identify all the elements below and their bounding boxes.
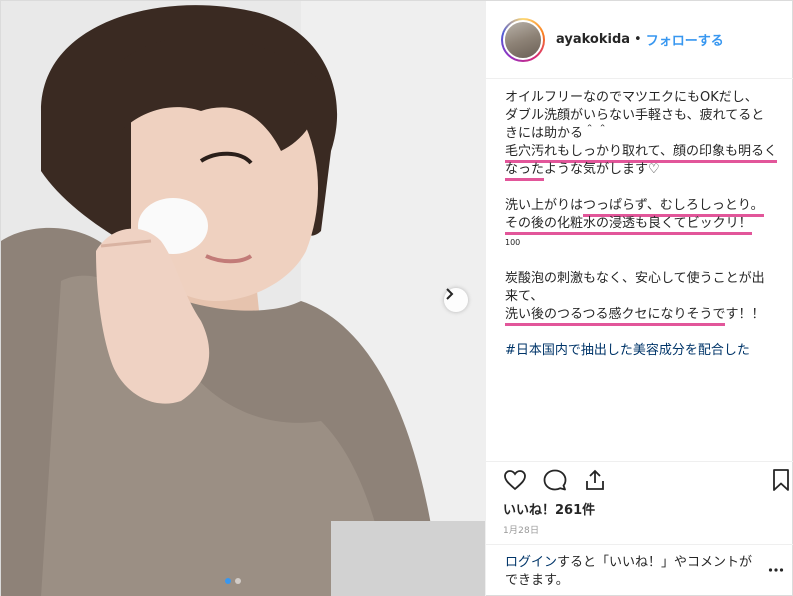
avatar[interactable] xyxy=(501,17,545,62)
carousel-indicator xyxy=(225,578,241,584)
caption-text: す！！ xyxy=(725,307,765,322)
separator-dot: • xyxy=(634,32,642,47)
next-image-button[interactable] xyxy=(444,288,468,312)
emoji-100: 100 xyxy=(505,238,521,247)
hashtag-link[interactable]: #日本国内で抽出した美容成分を配合した xyxy=(505,342,777,360)
carousel-dot xyxy=(235,578,241,584)
follow-button[interactable]: フォローする xyxy=(646,30,724,49)
chevron-right-icon xyxy=(446,288,454,300)
caption-line: 洗い上がりはつっぱらず、むしろしっとり。 xyxy=(505,197,777,217)
login-prompt: ログインすると「いいね！」やコメントができます。 xyxy=(486,544,793,596)
post-header: ayakokida • フォローする xyxy=(486,1,793,79)
login-link[interactable]: ログイン xyxy=(505,555,557,570)
highlighted-text: その後の化粧水の浸透も良くてビックリ！ xyxy=(505,216,752,235)
caption-line: 毛穴汚れもしっかり取れて、顔の印象も明るくなったような気がします♡ xyxy=(505,143,777,181)
highlighted-text: 洗い後のつるつる感クセになりそうで xyxy=(505,307,726,326)
share-icon[interactable] xyxy=(583,468,607,492)
post-caption: オイルフリーなのでマツエクにもOKだし、 ダブル洗顔がいらない手軽さも、疲れてる… xyxy=(505,89,777,360)
post-photo[interactable] xyxy=(1,1,485,596)
bookmark-icon[interactable] xyxy=(769,468,793,492)
portrait-illustration xyxy=(1,1,485,596)
comment-icon[interactable] xyxy=(543,468,567,492)
likes-count[interactable]: いいね！261件 xyxy=(503,499,595,518)
heart-icon[interactable] xyxy=(503,468,527,492)
caption-line: その後の化粧水の浸透も良くてビックリ！ xyxy=(505,215,777,235)
caption-line: 炭酸泡の刺激もなく、安心して使うことが出来て、 xyxy=(505,271,765,304)
carousel-dot xyxy=(225,578,231,584)
post-modal: ayakokida • フォローする オイルフリーなのでマツエクにもOKだし、 … xyxy=(0,0,793,596)
post-side-panel: ayakokida • フォローする オイルフリーなのでマツエクにもOKだし、 … xyxy=(485,1,793,596)
more-dots-icon[interactable] xyxy=(768,562,784,578)
caption-line: 洗い後のつるつる感クセになりそうです！！ xyxy=(505,306,777,326)
action-bar xyxy=(486,461,793,501)
caption-line: オイルフリーなのでマツエクにもOKだし、 xyxy=(505,90,758,105)
caption-line: 100 xyxy=(505,233,777,252)
username-link[interactable]: ayakokida xyxy=(556,32,630,47)
post-date: 1月28日 xyxy=(503,526,540,536)
caption-line: ダブル洗顔がいらない手軽さも、疲れてるときには助かる＾＾ xyxy=(505,108,765,141)
avatar-image xyxy=(503,19,543,60)
caption-text: 洗い上がりは xyxy=(505,198,584,213)
caption-text: ような気がします♡ xyxy=(544,162,660,177)
